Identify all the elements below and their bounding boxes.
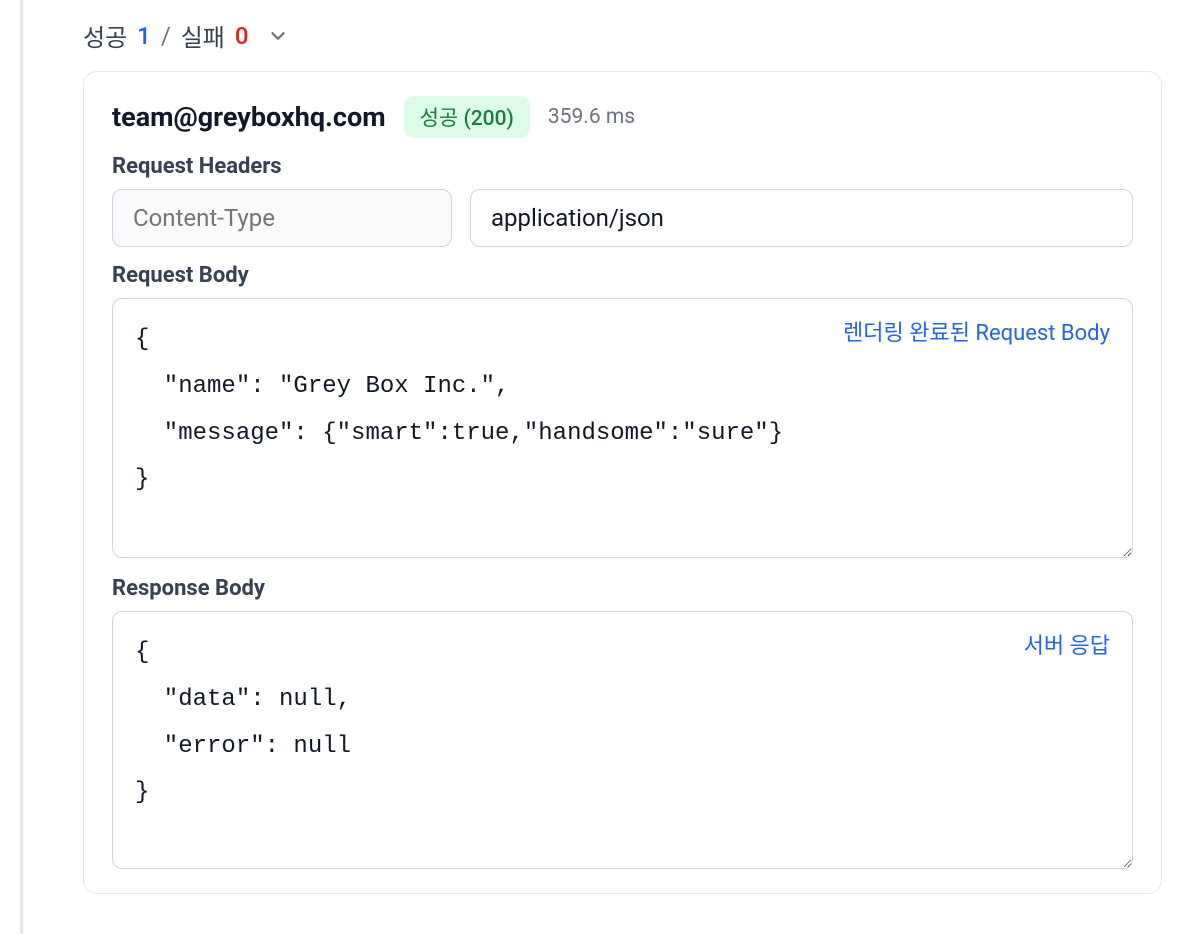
request-body-label: Request Body bbox=[112, 263, 1133, 288]
status-badge: 성공 (200) bbox=[404, 96, 530, 138]
success-label: 성공 bbox=[83, 18, 127, 53]
request-body-content: { "name": "Grey Box Inc.", "message": {"… bbox=[135, 326, 783, 493]
header-key-input[interactable] bbox=[112, 189, 452, 247]
response-body-content: { "data": null, "error": null } bbox=[135, 639, 351, 806]
success-count: 1 bbox=[137, 22, 151, 50]
request-log-container: 성공 1 / 실패 0 team@greyboxhq.com 성공 (200) … bbox=[20, 0, 1202, 934]
card-header: team@greyboxhq.com 성공 (200) 359.6 ms bbox=[112, 96, 1133, 138]
fail-count: 0 bbox=[235, 22, 249, 50]
server-response-link[interactable]: 서버 응답 bbox=[1024, 626, 1110, 669]
response-body-label: Response Body bbox=[112, 576, 1133, 601]
request-card: team@greyboxhq.com 성공 (200) 359.6 ms Req… bbox=[83, 71, 1162, 894]
summary-row: 성공 1 / 실패 0 bbox=[43, 0, 1182, 71]
request-headers-label: Request Headers bbox=[112, 154, 1133, 179]
chevron-down-icon[interactable] bbox=[267, 25, 289, 47]
rendered-request-body-link[interactable]: 렌더링 완료된 Request Body bbox=[843, 313, 1110, 356]
header-value-input[interactable] bbox=[470, 189, 1133, 247]
request-timing: 359.6 ms bbox=[548, 105, 635, 129]
header-row bbox=[112, 189, 1133, 247]
fail-label: 실패 bbox=[181, 18, 225, 53]
response-body-box[interactable]: 서버 응답 { "data": null, "error": null } bbox=[112, 611, 1133, 869]
request-email: team@greyboxhq.com bbox=[112, 101, 386, 133]
request-body-box[interactable]: 렌더링 완료된 Request Body { "name": "Grey Box … bbox=[112, 298, 1133, 558]
summary-separator: / bbox=[161, 22, 171, 50]
